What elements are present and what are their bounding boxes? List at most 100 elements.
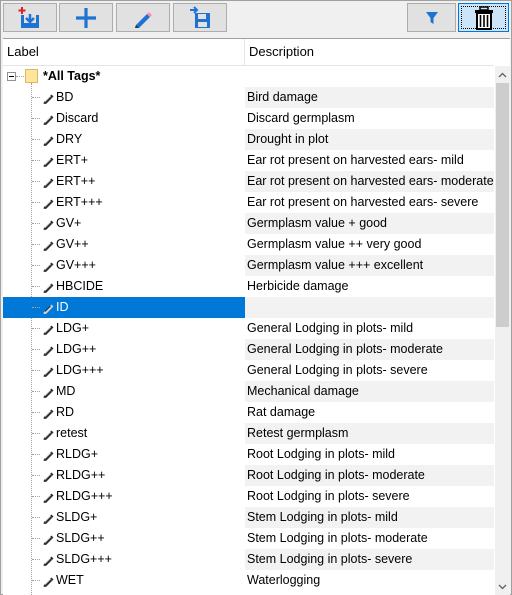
tag-description: Root Lodging in plots- mild	[247, 447, 395, 461]
tree-line	[32, 559, 40, 560]
tree-line	[32, 223, 40, 224]
vertical-scrollbar[interactable]	[495, 66, 510, 595]
tree-line	[32, 97, 40, 98]
tag-description: General Lodging in plots- moderate	[245, 339, 494, 360]
filter-button[interactable]	[407, 3, 456, 32]
tag-description: Root Lodging in plots- moderate	[245, 465, 494, 486]
tag-label: LDG++	[56, 342, 97, 356]
collapse-icon[interactable]	[7, 72, 16, 81]
tag-label: LDG+	[56, 321, 90, 335]
tag-label: ERT+	[56, 153, 89, 167]
tag-description: Herbicide damage	[247, 279, 349, 293]
tag-label: RLDG+++	[56, 489, 113, 503]
tag-pencil-icon	[42, 512, 54, 524]
tag-pencil-icon	[42, 407, 54, 419]
delete-button[interactable]	[458, 3, 509, 32]
add-button[interactable]	[59, 3, 113, 32]
tag-row[interactable]: ERT++ Ear rot present on harvested ears- …	[3, 171, 494, 192]
tag-row[interactable]: GV++ Germplasm value ++ very good	[3, 234, 494, 255]
tree-root-row[interactable]: *All Tags*	[3, 66, 494, 87]
tag-row[interactable]: LDG+++ General Lodging in plots- severe	[3, 360, 494, 381]
scroll-thumb[interactable]	[496, 83, 509, 327]
tag-row[interactable]: MD Mechanical damage	[3, 381, 494, 402]
tag-row[interactable]: GV+++ Germplasm value +++ excellent	[3, 255, 494, 276]
tag-label: MD	[56, 384, 76, 398]
tag-label: GV+++	[56, 258, 96, 272]
tag-row[interactable]: BD Bird damage	[3, 87, 494, 108]
tag-row[interactable]: SLDG+ Stem Lodging in plots- mild	[3, 507, 494, 528]
tag-row[interactable]: GV+ Germplasm value + good	[3, 213, 494, 234]
tree-line	[32, 349, 40, 350]
tag-pencil-icon	[42, 176, 54, 188]
tag-description: General Lodging in plots- severe	[247, 363, 428, 377]
tag-row[interactable]: ERT+ Ear rot present on harvested ears- m…	[3, 150, 494, 171]
tag-label: WET	[56, 573, 84, 587]
tag-row[interactable]: WET Waterlogging	[3, 570, 494, 591]
save-icon	[190, 5, 210, 28]
tag-row[interactable]: RLDG+++ Root Lodging in plots- severe	[3, 486, 494, 507]
tag-row[interactable]: SLDG+++ Stem Lodging in plots- severe	[3, 549, 494, 570]
toolbar	[1, 1, 511, 37]
tag-row[interactable]: ERT+++ Ear rot present on harvested ears-…	[3, 192, 494, 213]
tag-label: BD	[56, 90, 74, 104]
tag-row[interactable]: Discard Discard germplasm	[3, 108, 494, 129]
tag-description: Mechanical damage	[245, 381, 494, 402]
tag-row[interactable]: DRY Drought in plot	[3, 129, 494, 150]
tag-row[interactable]: LDG+ General Lodging in plots- mild	[3, 318, 494, 339]
tree-line	[32, 118, 40, 119]
tree-line	[32, 328, 40, 329]
scroll-down-arrow[interactable]	[495, 578, 510, 595]
tag-pencil-icon	[42, 428, 54, 440]
tag-row[interactable]: LDG++ General Lodging in plots- moderate	[3, 339, 494, 360]
tag-label: RLDG++	[56, 468, 106, 482]
tag-pencil-icon	[42, 344, 54, 356]
tag-label: LDG+++	[56, 363, 104, 377]
tag-label: ERT+++	[56, 195, 103, 209]
tag-pencil-icon	[42, 197, 54, 209]
tag-manager-window: Label Description *All Tags* BD Bird dama…	[0, 0, 512, 595]
root-label: *All Tags*	[43, 69, 101, 83]
tree-line	[32, 202, 40, 203]
edit-button[interactable]	[116, 3, 170, 32]
tag-pencil-icon	[42, 239, 54, 251]
grid-header: Label Description	[3, 39, 494, 66]
folder-icon	[25, 69, 38, 83]
tree-line	[32, 454, 40, 455]
tag-label: GV++	[56, 237, 89, 251]
chevron-down-icon	[498, 584, 507, 589]
tag-row[interactable]: retest Retest germplasm	[3, 423, 494, 444]
tree-line	[32, 307, 40, 308]
chevron-up-icon	[498, 72, 507, 77]
tag-pencil-icon	[42, 323, 54, 335]
tag-row[interactable]: RLDG++ Root Lodging in plots- moderate	[3, 465, 494, 486]
column-header-description[interactable]: Description	[245, 39, 494, 65]
tag-label: RLDG+	[56, 447, 99, 461]
scroll-up-arrow[interactable]	[495, 66, 510, 83]
tag-label: retest	[56, 426, 88, 440]
tag-description: Germplasm value +++ excellent	[245, 255, 494, 276]
tag-label: SLDG+++	[56, 552, 112, 566]
tag-label: Discard	[56, 111, 99, 125]
tag-description: Germplasm value + good	[245, 213, 494, 234]
tree-line	[32, 286, 40, 287]
tag-row[interactable]: RLDG+ Root Lodging in plots- mild	[3, 444, 494, 465]
tree-line	[32, 160, 40, 161]
import-button[interactable]	[3, 3, 57, 32]
column-header-label[interactable]: Label	[3, 39, 245, 65]
tag-row[interactable]: RD Rat damage	[3, 402, 494, 423]
tree-line	[16, 76, 24, 77]
tree-line	[32, 181, 40, 182]
tree-line	[32, 580, 40, 581]
tag-row[interactable]: HBCIDE Herbicide damage	[3, 276, 494, 297]
tag-pencil-icon	[42, 554, 54, 566]
tag-row[interactable]: ID	[3, 297, 494, 318]
tree-line	[32, 433, 40, 434]
tag-tree-grid[interactable]: Label Description *All Tags* BD Bird dama…	[3, 38, 510, 595]
tag-description: General Lodging in plots- mild	[247, 321, 414, 335]
tag-description: Discard germplasm	[247, 111, 355, 125]
tag-description: Stem Lodging in plots- severe	[245, 549, 494, 570]
save-button[interactable]	[173, 3, 227, 32]
tag-row[interactable]: SLDG++ Stem Lodging in plots- moderate	[3, 528, 494, 549]
tag-label: GV+	[56, 216, 82, 230]
tag-pencil-icon	[42, 134, 54, 146]
